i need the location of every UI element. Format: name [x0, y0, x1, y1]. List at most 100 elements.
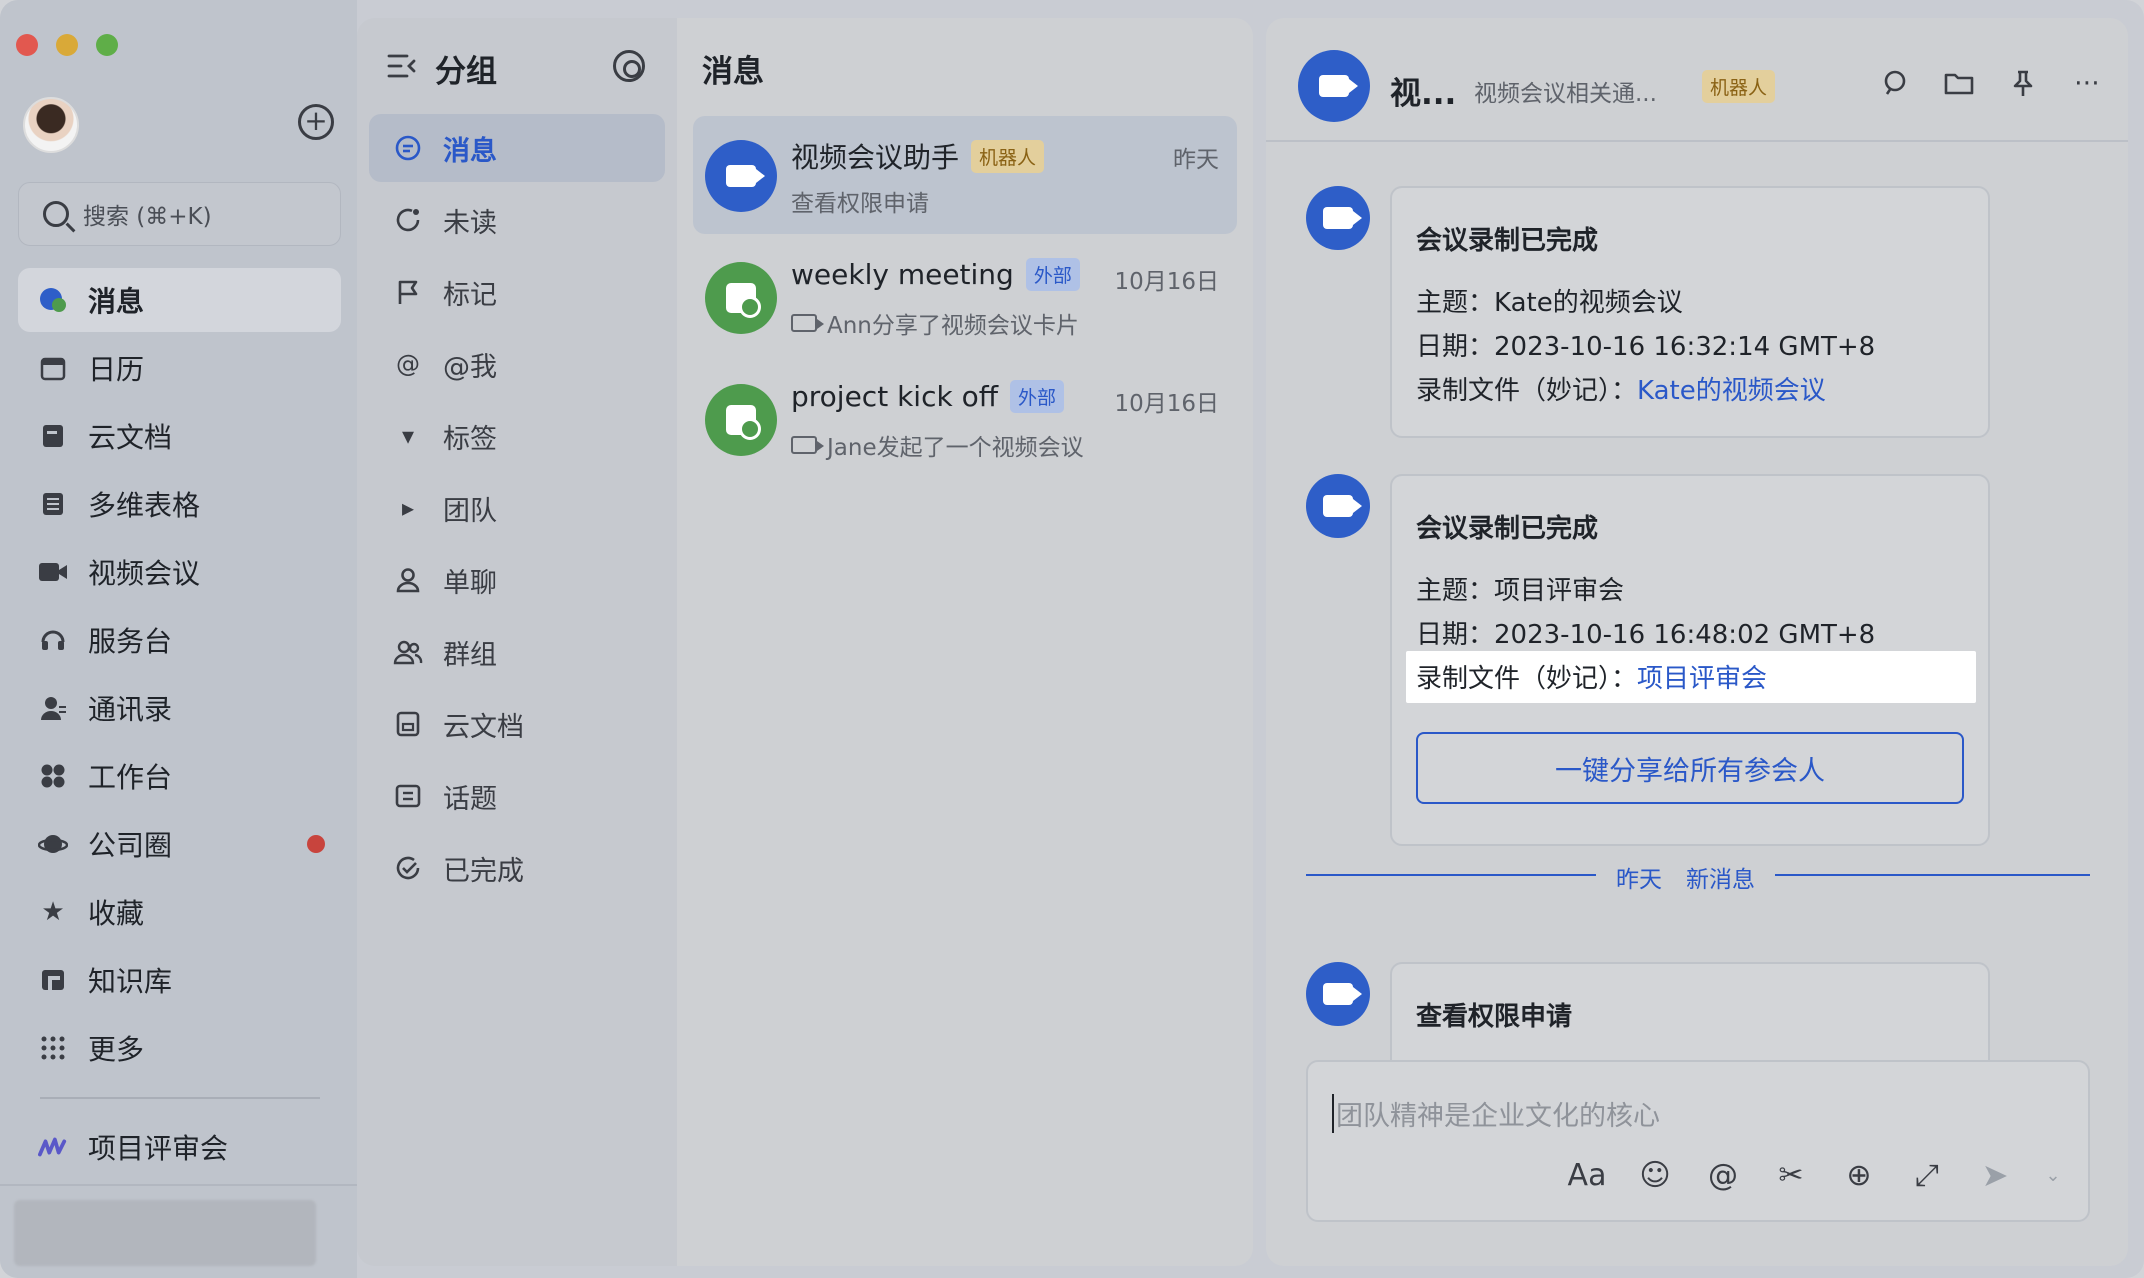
folder-icon[interactable]: [1944, 68, 1974, 98]
zoom-window-button[interactable]: [96, 34, 118, 56]
nav-item-base[interactable]: 多维表格: [18, 472, 341, 536]
nav-divider: [40, 1097, 320, 1099]
nav-item-label: 知识库: [88, 965, 173, 998]
more-icon[interactable]: ⋯: [2072, 68, 2102, 98]
screenshot-scissors-icon[interactable]: ✂: [1774, 1158, 1808, 1193]
group-item-mentions[interactable]: @ @我: [369, 330, 665, 398]
grid-apps-icon: [38, 761, 68, 791]
nav-item-video[interactable]: 视频会议: [18, 540, 341, 604]
app-window: + 搜索 (⌘+K) 消息 日历 云文档 多维表格 视频会议 服务台 通讯录 工…: [0, 0, 2144, 1278]
group-item-topics[interactable]: 话题: [369, 762, 665, 830]
composer-input[interactable]: 团队精神是企业文化的核心: [1332, 1094, 1660, 1133]
planet-icon: [38, 829, 68, 859]
video-outline-icon: [791, 436, 824, 454]
star-icon: ★: [41, 897, 65, 927]
topic-label: 主题：: [1416, 288, 1495, 318]
nav-item-docs[interactable]: 云文档: [18, 404, 341, 468]
chat-header-name[interactable]: 视...: [1390, 68, 1456, 113]
send-icon[interactable]: ➤: [1978, 1156, 2012, 1194]
docs-icon: [38, 421, 68, 451]
pin-icon[interactable]: [2008, 68, 2038, 98]
bot-avatar[interactable]: [1306, 186, 1370, 250]
group-item-tags[interactable]: ▾ 标签: [369, 402, 665, 470]
message-composer[interactable]: 团队精神是企业文化的核心 Aa ☺ @ ✂ ⊕ ⤢ ➤ ⌄: [1306, 1060, 2090, 1222]
bot-avatar[interactable]: [1306, 474, 1370, 538]
group-item-docs[interactable]: 云文档: [369, 690, 665, 758]
minimize-window-button[interactable]: [56, 34, 78, 56]
topic-value: Kate的视频会议: [1494, 288, 1683, 318]
chat-preview: 查看权限申请: [791, 184, 929, 218]
date-value: 2023-10-16 16:32:14 GMT+8: [1494, 332, 1876, 362]
chat-header-avatar[interactable]: [1298, 50, 1370, 122]
nav-item-contacts[interactable]: 通讯录: [18, 676, 341, 740]
nav-item-calendar[interactable]: 日历: [18, 336, 341, 400]
card-title: 查看权限申请: [1416, 1002, 1573, 1032]
message-list-title: 消息: [702, 54, 764, 90]
doc-icon: [393, 709, 423, 739]
text-format-icon[interactable]: Aa: [1568, 1158, 1607, 1193]
add-more-icon[interactable]: ⊕: [1842, 1158, 1876, 1193]
group-item-teams[interactable]: ▸ 团队: [369, 474, 665, 542]
chat-name: project kick off 外部: [791, 380, 1065, 413]
card-date: 日期：2023-10-16 16:32:14 GMT+8: [1416, 326, 1875, 363]
card-file: 录制文件（妙记）：Kate的视频会议: [1416, 370, 1826, 407]
nav-item-moments[interactable]: 公司圈: [18, 812, 341, 876]
group-item-flagged[interactable]: 标记: [369, 258, 665, 326]
collapse-list-icon[interactable]: [387, 51, 417, 87]
share-to-all-button[interactable]: 一键分享给所有参会人: [1416, 732, 1964, 804]
add-icon[interactable]: +: [298, 104, 334, 140]
groups-title: 分组: [435, 54, 497, 90]
chat-preview-text: Jane发起了一个视频会议: [827, 435, 1084, 461]
emoji-icon[interactable]: ☺: [1638, 1158, 1672, 1193]
nav-pinned-item[interactable]: 项目评审会: [18, 1115, 341, 1179]
card-topic: 主题：项目评审会: [1416, 570, 1624, 607]
search-input[interactable]: 搜索 (⌘+K): [18, 182, 341, 246]
chat-icon: [393, 133, 423, 163]
nav-item-helpdesk[interactable]: 服务台: [18, 608, 341, 672]
date-label: 日期：: [1416, 620, 1495, 650]
chat-row[interactable]: weekly meeting 外部 10月16日 Ann分享了视频会议卡片: [693, 238, 1237, 356]
divider-text: 新消息: [1686, 867, 1755, 893]
nav-item-workplace[interactable]: 工作台: [18, 744, 341, 808]
unread-icon: [393, 205, 423, 235]
bot-avatar[interactable]: [1306, 962, 1370, 1026]
group-item-direct[interactable]: 单聊: [369, 546, 665, 614]
group-item-messages[interactable]: 消息: [369, 114, 665, 182]
mention-icon[interactable]: @: [1706, 1158, 1740, 1193]
chat-row[interactable]: 视频会议助手 机器人 昨天 查看权限申请: [693, 116, 1237, 234]
video-assistant-avatar: [705, 140, 777, 212]
close-window-button[interactable]: [16, 34, 38, 56]
topic-label: 主题：: [1416, 576, 1495, 606]
avatar[interactable]: [23, 97, 79, 153]
gear-icon[interactable]: [613, 50, 645, 82]
nav-item-more[interactable]: 更多: [18, 1016, 341, 1080]
send-options-chevron-icon[interactable]: ⌄: [2045, 1158, 2060, 1192]
video-camera-icon: [1323, 207, 1362, 229]
external-badge: 外部: [1010, 380, 1065, 413]
more-dots-icon: [38, 1033, 68, 1063]
recording-card: 会议录制已完成 主题：Kate的视频会议 日期：2023-10-16 16:32…: [1390, 186, 1990, 438]
minutes-link[interactable]: 项目评审会: [1637, 664, 1767, 694]
minutes-link[interactable]: Kate的视频会议: [1637, 376, 1826, 406]
nav-item-messages[interactable]: 消息: [18, 268, 341, 332]
nav-item-label: 服务台: [88, 625, 173, 658]
card-topic: 主题：Kate的视频会议: [1416, 282, 1683, 319]
group-item-groups[interactable]: 群组: [369, 618, 665, 686]
caret-down-icon: ▾: [401, 422, 415, 450]
video-camera-icon: [1323, 983, 1362, 1005]
group-item-done[interactable]: 已完成: [369, 834, 665, 902]
expand-icon[interactable]: ⤢: [1910, 1158, 1944, 1193]
nav-item-wiki[interactable]: 知识库: [18, 948, 341, 1012]
group-item-unread[interactable]: 未读: [369, 186, 665, 254]
nav-item-label: 云文档: [88, 421, 173, 454]
done-check-icon: [393, 853, 423, 883]
window-controls: [16, 34, 118, 56]
search-chat-icon[interactable]: [1880, 68, 1910, 98]
search-icon: [43, 201, 69, 227]
calendar-group-icon: [726, 283, 761, 318]
chat-name: 视频会议助手 机器人: [791, 136, 1045, 176]
chat-pane: 视... 视频会议相关通... 机器人 ⋯ 会议录制已完成 主题：Kate的视频…: [1266, 18, 2128, 1266]
nav-item-favorites[interactable]: ★ 收藏: [18, 880, 341, 944]
chat-header-description: 视频会议相关通...: [1474, 81, 1657, 107]
chat-row[interactable]: project kick off 外部 10月16日 Jane发起了一个视频会议: [693, 360, 1237, 478]
